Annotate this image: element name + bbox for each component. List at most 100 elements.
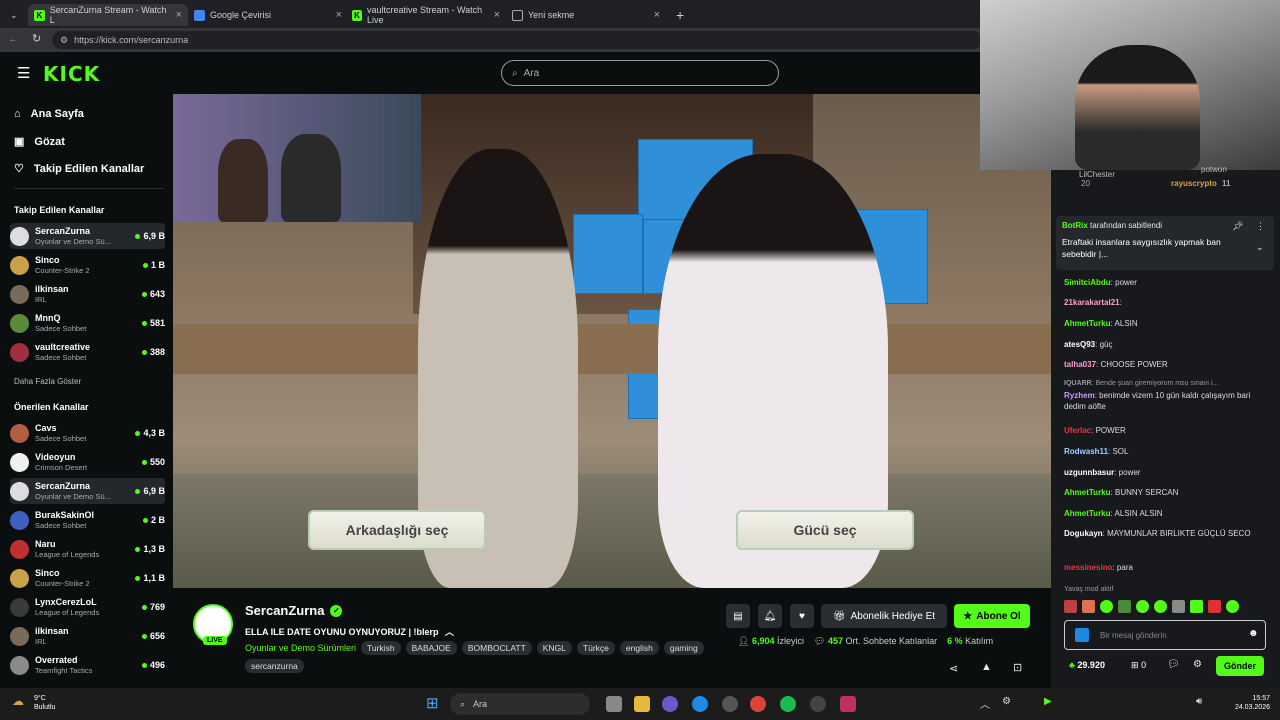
recommended-channel-item[interactable]: ilkinsan IRL 656 xyxy=(10,623,165,649)
taskbar-search[interactable]: ⌕ Ara xyxy=(450,693,590,715)
report-icon[interactable]: ▲ xyxy=(981,661,992,673)
tray-icon[interactable]: ⚙ xyxy=(1002,696,1011,707)
sidebar-item-browse[interactable]: ▣ Gözat xyxy=(14,135,65,149)
hamburger-menu-icon[interactable]: ☰ xyxy=(17,64,30,82)
tray-chevron-icon[interactable]: ︿ xyxy=(980,696,990,711)
tag-chip[interactable]: Türkçe xyxy=(576,641,615,655)
show-more-link[interactable]: Daha Fazla Göster xyxy=(14,377,81,386)
chat-username[interactable]: AhmetTurku xyxy=(1064,509,1111,518)
settings-gear-icon[interactable]: ⚙ xyxy=(1193,659,1202,670)
emote-icon[interactable] xyxy=(1064,600,1077,613)
tab-sercanzurna[interactable]: K SercanZurna Stream - Watch L × xyxy=(28,4,188,26)
channel-points[interactable]: 29.920 xyxy=(1077,660,1105,670)
chat-username[interactable]: AhmetTurku xyxy=(1064,488,1111,497)
app-icon[interactable] xyxy=(722,696,738,712)
recommended-channel-item[interactable]: BurakSakinOl Sadece Sohbet 2 B xyxy=(10,507,165,533)
notification-button[interactable]: 🔔︎ xyxy=(758,604,782,628)
tag-chip[interactable]: english xyxy=(619,641,659,655)
followed-channel-item[interactable]: vaultcreative Sadece Sohbet 388 xyxy=(10,339,165,365)
recommended-channel-item[interactable]: Naru League of Legends 1,3 B xyxy=(10,536,165,562)
edge-icon[interactable] xyxy=(692,696,708,712)
send-button[interactable]: Gönder xyxy=(1216,656,1264,676)
tag-chip[interactable]: BABAJOE xyxy=(405,641,457,655)
emote-icon[interactable] xyxy=(1136,600,1149,613)
more-options-icon[interactable]: ⋮ xyxy=(1256,221,1265,232)
chevron-down-icon[interactable]: ⌄ xyxy=(1256,242,1264,253)
category-link[interactable]: Oyunlar ve Demo Sürümleri xyxy=(245,643,356,653)
tab-new[interactable]: Yeni sekme × xyxy=(506,4,666,26)
chat-username[interactable]: uzgunnbasur xyxy=(1064,468,1114,477)
followed-channel-item[interactable]: SercanZurna Oyunlar ve Demo Sü... 6,9 B xyxy=(10,223,165,249)
chat-input[interactable]: Bir mesaj gönderin ☻ xyxy=(1064,620,1266,650)
tag-chip[interactable]: BOMBOCLATT xyxy=(461,641,532,655)
followed-channel-item[interactable]: Sinco Counter-Strike 2 1 B xyxy=(10,252,165,278)
choice-power-button[interactable]: Gücü seç xyxy=(736,510,914,550)
chat-bubble-icon[interactable]: 💬︎ xyxy=(1167,659,1180,670)
streamer-name[interactable]: SercanZurna xyxy=(245,603,324,618)
back-icon[interactable]: ← xyxy=(8,33,19,45)
emote-icon[interactable] xyxy=(1172,600,1185,613)
new-tab-button[interactable]: + xyxy=(670,4,690,26)
app-icon[interactable] xyxy=(810,696,826,712)
tag-chip[interactable]: Turkish xyxy=(361,641,401,655)
file-explorer-icon[interactable] xyxy=(634,696,650,712)
search-input[interactable]: ⌕ Ara xyxy=(501,60,779,86)
chrome-icon[interactable] xyxy=(750,696,766,712)
kick-logo[interactable]: KICK xyxy=(43,62,100,86)
tag-chip[interactable]: sercanzurna xyxy=(245,659,304,673)
chat-username[interactable]: 21karakartal21 xyxy=(1064,298,1120,307)
app-icon[interactable] xyxy=(840,696,856,712)
chat-username[interactable]: Rodwash11 xyxy=(1064,447,1108,456)
recommended-channel-item[interactable]: LynxCerezLoL League of Legends 769 xyxy=(10,594,165,620)
sidebar-item-home[interactable]: ⌂ Ana Sayfa xyxy=(14,108,84,120)
follow-button[interactable]: ♥ xyxy=(790,604,814,628)
recommended-channel-item[interactable]: Overrated Teamfight Tactics 496 xyxy=(10,652,165,678)
chat-username[interactable]: AhmetTurku xyxy=(1064,319,1111,328)
reload-icon[interactable]: ↻ xyxy=(32,32,41,45)
weather-widget[interactable]: 9°C Bulutlu xyxy=(34,694,55,712)
chat-top-user[interactable]: rayuscrypto xyxy=(1171,179,1217,188)
close-tab-icon[interactable]: × xyxy=(654,9,660,21)
choice-friendship-button[interactable]: Arkadaşlığı seç xyxy=(308,510,486,550)
site-info-icon[interactable]: ⚙ xyxy=(60,35,68,46)
task-view-icon[interactable] xyxy=(606,696,622,712)
recommended-channel-item[interactable]: SercanZurna Oyunlar ve Demo Sü... 6,9 B xyxy=(10,478,165,504)
recommended-channel-item[interactable]: Sinco Counter-Strike 2 1,1 B xyxy=(10,565,165,591)
emote-icon[interactable] xyxy=(1100,600,1113,613)
close-tab-icon[interactable]: × xyxy=(176,9,182,21)
chat-username[interactable]: messinesino xyxy=(1064,563,1112,572)
tab-vaultcreative[interactable]: K vaultcreative Stream - Watch Live × xyxy=(346,4,506,26)
close-tab-icon[interactable]: × xyxy=(494,9,500,21)
chat-username[interactable]: Dogukayn xyxy=(1064,529,1103,538)
url-field[interactable]: ⚙ https://kick.com/sercanzurna xyxy=(52,31,982,49)
emote-icon[interactable] xyxy=(1208,600,1221,613)
emote-icon[interactable] xyxy=(1190,600,1203,613)
emote-icon[interactable] xyxy=(1118,600,1131,613)
recommended-channel-item[interactable]: Cavs Sadece Sohbet 4,3 B xyxy=(10,420,165,446)
tab-google-translate[interactable]: Google Çevirisi × xyxy=(188,4,348,26)
chat-username[interactable]: talha037 xyxy=(1064,360,1096,369)
tag-chip[interactable]: gaming xyxy=(663,641,704,655)
emote-icon[interactable] xyxy=(1154,600,1167,613)
close-tab-icon[interactable]: × xyxy=(336,9,342,21)
clip-button[interactable]: ▤ xyxy=(726,604,750,628)
tab-menu-button[interactable]: ⌄ xyxy=(4,4,24,26)
gift-subscription-button[interactable]: 🎁︎ Abonelik Hediye Et xyxy=(821,604,947,628)
theater-mode-icon[interactable]: ⊡ xyxy=(1013,661,1022,674)
tray-play-icon[interactable]: ▶ xyxy=(1044,696,1052,707)
chat-username[interactable]: Ryzhem xyxy=(1064,391,1095,400)
emoji-picker-icon[interactable]: ☻ xyxy=(1248,628,1259,639)
followed-channel-item[interactable]: MnnQ Sadece Sohbet 581 xyxy=(10,310,165,336)
windows-start-icon[interactable]: ⊞ xyxy=(426,694,439,712)
clock[interactable]: 15:57 24.03.2026 xyxy=(1222,694,1270,712)
pin-icon[interactable]: 📌︎ xyxy=(1232,221,1243,232)
volume-icon[interactable]: 🔊︎ xyxy=(1196,696,1202,707)
chat-username[interactable]: atesQ93 xyxy=(1064,340,1095,349)
chat-username[interactable]: SimitciAbdu xyxy=(1064,278,1111,287)
spotify-icon[interactable] xyxy=(780,696,796,712)
emote-icon[interactable] xyxy=(1226,600,1239,613)
share-icon[interactable]: ⋖ xyxy=(949,662,958,675)
emote-icon[interactable] xyxy=(1082,600,1095,613)
sidebar-item-following[interactable]: ♡ Takip Edilen Kanallar xyxy=(14,162,144,176)
subscribe-button[interactable]: ★ Abone Ol xyxy=(954,604,1030,628)
